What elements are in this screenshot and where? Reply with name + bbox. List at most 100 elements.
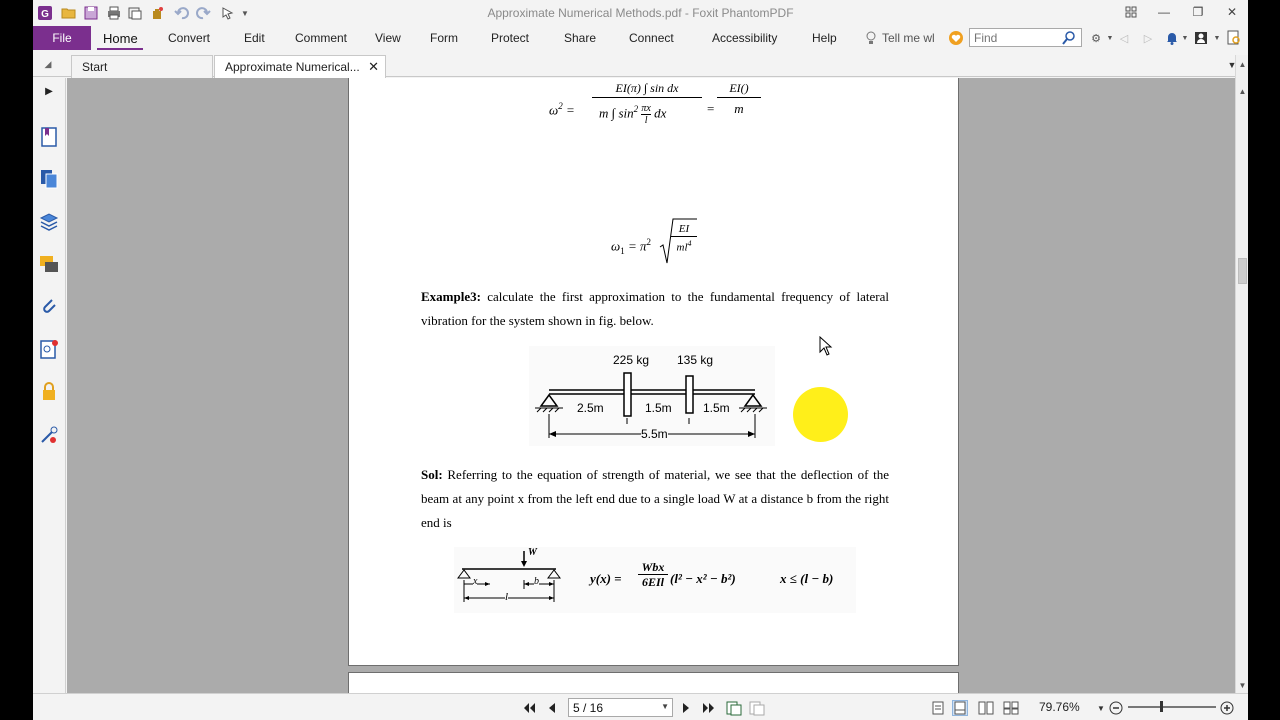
tab-view[interactable]: View <box>375 26 401 50</box>
next-view-icon[interactable] <box>749 700 765 716</box>
expand-panel-icon[interactable]: ▶ <box>38 80 60 102</box>
dist-b-label: b <box>534 576 539 587</box>
previous-view-icon[interactable] <box>726 700 742 716</box>
attachment-icon[interactable] <box>38 295 60 317</box>
load-w-label: W <box>528 547 537 558</box>
layers-icon[interactable] <box>38 211 60 233</box>
mouse-pointer-icon <box>819 336 833 356</box>
tab-connect[interactable]: Connect <box>629 26 674 50</box>
comments-icon[interactable] <box>38 253 60 275</box>
tab-edit[interactable]: Edit <box>244 26 265 50</box>
tab-home[interactable]: Home <box>103 26 138 50</box>
search-icon[interactable] <box>1062 30 1076 45</box>
zoom-dropdown-chevron-icon[interactable]: ▼ <box>1093 700 1109 716</box>
find-box <box>969 28 1082 47</box>
eq-den1-frac-den: l <box>644 114 648 126</box>
tab-accessibility[interactable]: Accessibility <box>712 26 777 50</box>
pdf-page: ω2 = EI(π) ∫ sin dx m ∫ sin2 πx l dx = E… <box>348 78 959 666</box>
cursor-highlight <box>793 387 848 442</box>
eq-den1-frac-num: πx <box>641 102 651 115</box>
tab-form[interactable]: Form <box>430 26 458 50</box>
pages-icon[interactable] <box>38 168 60 190</box>
deflection-frac-num: Wbx <box>638 560 668 575</box>
scroll-down-icon[interactable]: ▼ <box>1237 679 1248 691</box>
tab-scroll-left-icon[interactable]: ◢ <box>39 55 57 73</box>
example3-text: calculate the first approximation to the… <box>421 289 889 328</box>
security-lock-icon[interactable] <box>38 380 60 402</box>
pdf-next-page <box>348 672 959 693</box>
tab-comment[interactable]: Comment <box>295 26 347 50</box>
scroll-up-top-icon[interactable]: ▲ <box>1237 58 1248 70</box>
tab-convert[interactable]: Convert <box>168 26 210 50</box>
scrollbar-thumb[interactable] <box>1238 258 1247 284</box>
dist-x-label: x <box>473 576 478 587</box>
find-input[interactable] <box>970 29 1062 46</box>
minimize-button[interactable]: — <box>1154 3 1174 21</box>
bookmark-icon[interactable] <box>38 126 60 148</box>
zoom-in-icon[interactable] <box>1219 700 1235 716</box>
equation-omega-squared: ω2 = EI(π) ∫ sin dx m ∫ sin2 πx l dx = E… <box>549 81 849 141</box>
solution-text: Referring to the equation of strength of… <box>421 467 889 530</box>
total-5-5m-label: 5.5m <box>641 427 668 441</box>
deflection-condition: x ≤ (l − b) <box>780 571 834 586</box>
eq-lhs: ω <box>549 102 559 118</box>
facing-view-icon[interactable] <box>978 700 994 716</box>
zoom-slider-thumb[interactable] <box>1160 701 1163 712</box>
restore-button[interactable]: ❐ <box>1188 3 1208 21</box>
find-previous-icon[interactable]: ◁ <box>1115 29 1133 47</box>
deflection-equation: y(x) = Wbx 6EIl (l² − x² − b²) x ≤ (l − … <box>590 559 856 599</box>
vertical-scrollbar[interactable]: ▲ ▲ ▼ <box>1235 55 1248 693</box>
page-dropdown-chevron-icon[interactable]: ▼ <box>661 702 669 711</box>
active-tab-indicator <box>97 48 143 50</box>
single-page-view-icon[interactable] <box>930 700 946 716</box>
load-225kg-label: 225 kg <box>613 353 650 367</box>
eq-den2: m <box>734 101 744 116</box>
page-number-field[interactable]: 5 / 16 ▼ <box>568 698 673 717</box>
tab-close-icon[interactable]: ✕ <box>368 59 379 75</box>
tab-approximate-numerical[interactable]: Approximate Numerical... ✕ <box>214 55 386 78</box>
zoom-slider-track[interactable] <box>1128 706 1216 708</box>
tab-protect[interactable]: Protect <box>491 26 529 50</box>
tab-start[interactable]: Start <box>71 55 213 78</box>
deflection-lhs: y(x) = <box>590 571 622 586</box>
zoom-out-icon[interactable] <box>1108 700 1124 716</box>
feedback-heart-icon[interactable] <box>947 29 965 47</box>
tell-me-box[interactable]: Tell me wl <box>865 30 935 46</box>
last-page-icon[interactable] <box>701 700 717 716</box>
continuous-view-icon[interactable] <box>952 700 968 716</box>
omega1-lhs: ω <box>611 238 621 254</box>
tab-active-label: Approximate Numerical... <box>225 60 360 74</box>
tab-share[interactable]: Share <box>564 26 596 50</box>
signature-panel-icon[interactable] <box>38 338 60 360</box>
close-window-button[interactable]: ✕ <box>1222 3 1242 21</box>
scroll-up-icon[interactable]: ▲ <box>1237 85 1248 97</box>
tab-start-label: Start <box>82 60 108 74</box>
document-viewport[interactable]: ω2 = EI(π) ∫ sin dx m ∫ sin2 πx l dx = E… <box>67 78 1235 693</box>
previous-page-icon[interactable] <box>544 700 560 716</box>
eq-den1: m ∫ sin <box>599 105 634 121</box>
account-chevron-icon[interactable]: ▼ <box>1208 29 1226 47</box>
solution-label: Sol: <box>421 467 443 482</box>
continuous-facing-view-icon[interactable] <box>1003 700 1019 716</box>
equation-omega-1: ω1 = π2 EI ml4 <box>611 217 731 267</box>
wand-tool-icon[interactable] <box>38 424 60 446</box>
omega1-frac-den: ml <box>676 241 688 254</box>
tell-me-label: Tell me wl <box>882 31 935 45</box>
eq-num2-rest: ) <box>744 81 749 95</box>
next-page-icon[interactable] <box>678 700 694 716</box>
example3-label: Example3: <box>421 289 481 304</box>
search-document-icon[interactable] <box>1225 29 1243 47</box>
tab-help[interactable]: Help <box>812 26 837 50</box>
zoom-level[interactable]: 79.76% <box>1039 700 1080 714</box>
eq-num1: EI( <box>615 81 631 95</box>
first-page-icon[interactable] <box>521 700 537 716</box>
example3-paragraph: Example3: calculate the first approximat… <box>421 285 889 333</box>
ribbon-tabs: File Home Convert Edit Comment View Form… <box>33 26 1248 50</box>
document-tab-row: ◢ Start Approximate Numerical... ✕ ▼ <box>33 52 1248 78</box>
window-title: Approximate Numerical Methods.pdf - Foxi… <box>487 6 794 20</box>
ribbon-display-icon[interactable] <box>1121 3 1141 21</box>
eq-num2: EI( <box>729 81 745 95</box>
tab-file[interactable]: File <box>33 26 91 50</box>
deflection-frac-den: 6EIl <box>641 575 664 589</box>
find-next-icon[interactable]: ▷ <box>1139 29 1157 47</box>
